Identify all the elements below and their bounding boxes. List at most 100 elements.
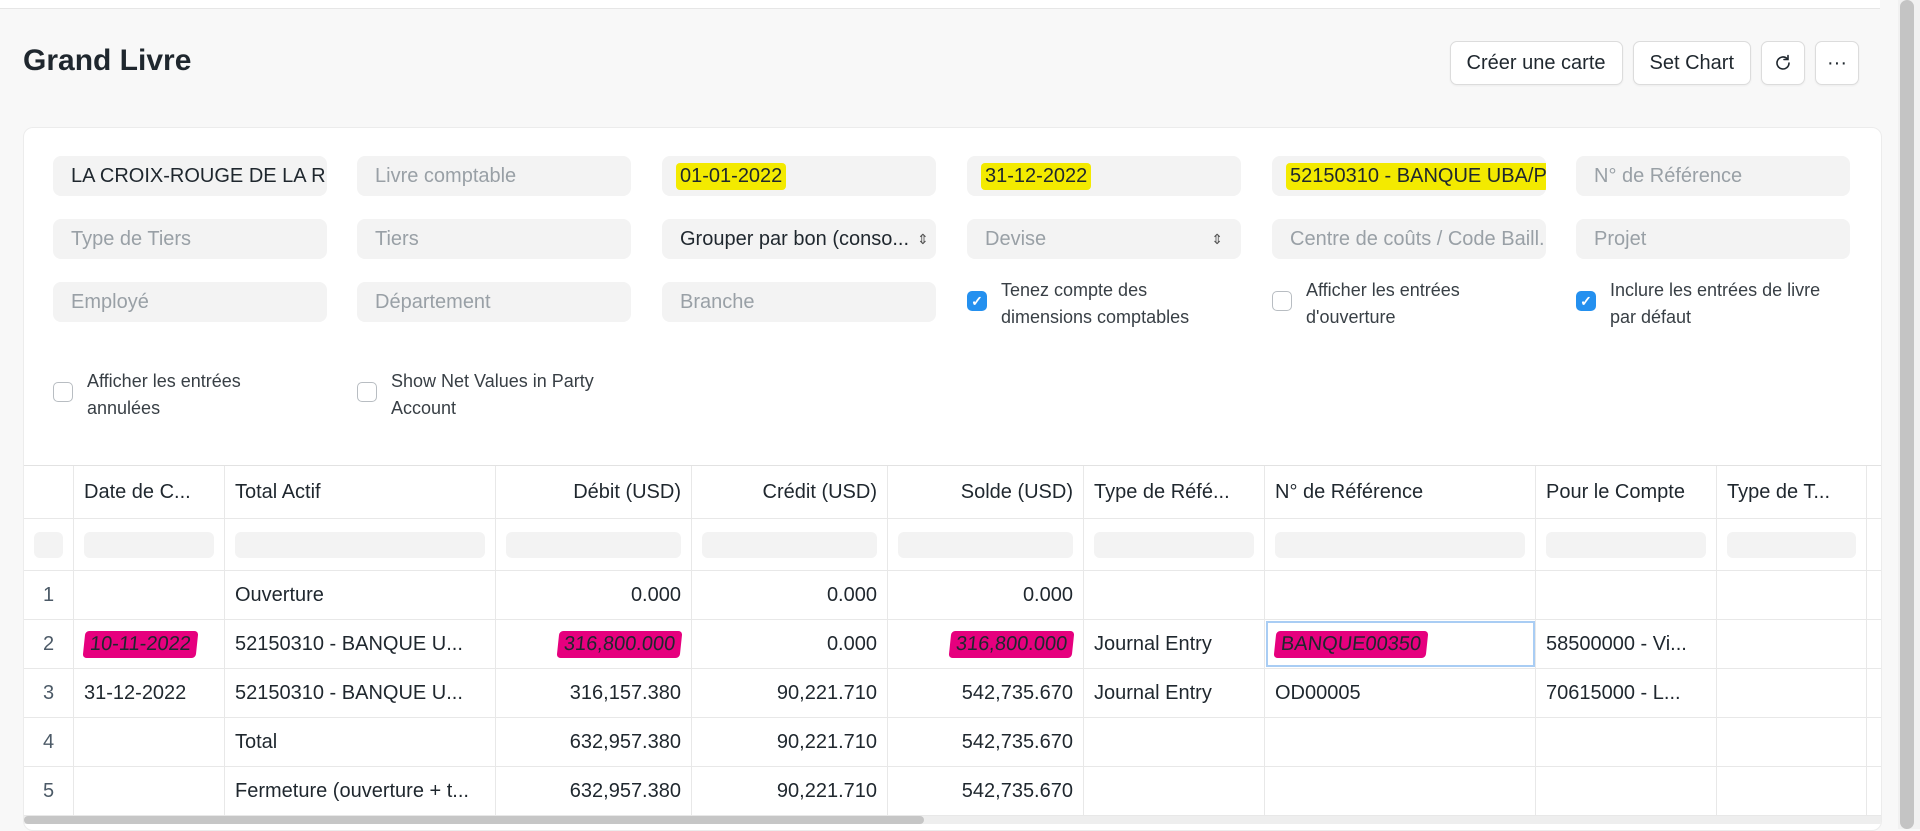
date-cell[interactable] [74,571,225,619]
date-cell[interactable] [74,767,225,815]
reference-cell[interactable]: OD00005 [1265,669,1536,717]
checkbox-checked-icon[interactable]: ✓ [967,291,987,311]
party-type-cell[interactable] [1717,767,1867,815]
table-horizontal-scrollbar[interactable] [24,816,924,824]
checkbox-icon[interactable] [1272,291,1292,311]
column-header[interactable]: Solde (USD) [888,466,1084,518]
party-field[interactable]: Tiers [357,219,631,259]
voucher-type-cell[interactable]: Journal Entry [1084,620,1265,668]
account-cell[interactable]: Fermeture (ouverture + t... [225,767,496,815]
filter-input[interactable] [702,531,877,558]
cost-center-field[interactable]: Centre de coûts / Code Baill... [1272,219,1546,259]
set-chart-button[interactable]: Set Chart [1632,41,1751,85]
column-header[interactable]: N° de Référence [1265,466,1536,518]
column-header[interactable]: Type de Réfé... [1084,466,1265,518]
against-account-cell[interactable] [1536,767,1717,815]
checkbox-icon[interactable] [357,382,377,402]
accounting-dimensions-check[interactable]: ✓ Tenez compte des dimensions comptables [967,277,1221,331]
account-cell[interactable]: Total [225,718,496,766]
column-header[interactable]: Débit (USD) [496,466,692,518]
credit-cell[interactable]: 0.000 [692,620,888,668]
group-by-select[interactable]: Grouper par bon (conso... ⇕ [662,219,936,259]
reference-cell[interactable] [1265,767,1536,815]
debit-cell[interactable]: 316,157.380 [496,669,692,717]
filter-input[interactable] [898,531,1073,558]
credit-cell[interactable]: 90,221.710 [692,669,888,717]
against-account-cell[interactable]: 58500000 - Vi... [1536,620,1717,668]
reference-cell[interactable] [1265,571,1536,619]
reference-field[interactable]: N° de Référence [1576,156,1850,196]
filter-input[interactable] [1727,531,1856,558]
department-field[interactable]: Département [357,282,631,322]
voucher-type-cell[interactable] [1084,767,1265,815]
column-header[interactable]: Crédit (USD) [692,466,888,518]
account-field[interactable]: 52150310 - BANQUE UBA/P... [1272,156,1546,196]
balance-cell[interactable]: 0.000 [888,571,1084,619]
against-account-cell[interactable] [1536,571,1717,619]
company-field[interactable]: LA CROIX-ROUGE DE LA R [53,156,327,196]
checkbox-checked-icon[interactable]: ✓ [1576,291,1596,311]
filter-input[interactable] [1546,531,1706,558]
credit-cell[interactable]: 0.000 [692,571,888,619]
column-header[interactable]: Total Actif [225,466,496,518]
more-button[interactable]: ··· [1815,41,1859,85]
column-header[interactable]: Pour le Compte [1536,466,1717,518]
table-row[interactable]: 5 Fermeture (ouverture + t... 632,957.38… [24,767,1881,816]
date-cell[interactable]: 31-12-2022 [74,669,225,717]
account-cell[interactable]: 52150310 - BANQUE U... [225,669,496,717]
filter-input[interactable] [235,531,485,558]
to-date-field[interactable]: 31-12-2022 [967,156,1241,196]
table-row[interactable]: 4 Total 632,957.380 90,221.710 542,735.6… [24,718,1881,767]
credit-cell[interactable]: 90,221.710 [692,718,888,766]
against-account-cell[interactable] [1536,718,1717,766]
employee-field[interactable]: Employé [53,282,327,322]
column-header[interactable]: Type de T... [1717,466,1867,518]
column-header[interactable]: Date de C... [74,466,225,518]
balance-cell[interactable]: 542,735.670 [888,669,1084,717]
balance-cell[interactable]: 542,735.670 [888,718,1084,766]
filter-input[interactable] [1275,531,1525,558]
branch-field[interactable]: Branche [662,282,936,322]
party-type-cell[interactable] [1717,669,1867,717]
checkbox-icon[interactable] [53,382,73,402]
net-values-check[interactable]: Show Net Values in Party Account [357,368,611,422]
refresh-button[interactable] [1761,41,1805,85]
date-cell[interactable] [74,718,225,766]
page-scrollbar[interactable] [1900,0,1914,829]
filter-input[interactable] [84,531,214,558]
voucher-type-cell[interactable] [1084,718,1265,766]
debit-cell[interactable]: 0.000 [496,571,692,619]
debit-cell[interactable]: 316,800.000 [496,620,692,668]
filter-input[interactable] [34,531,63,558]
finance-book-field[interactable]: Livre comptable [357,156,631,196]
voucher-type-cell[interactable] [1084,571,1265,619]
cancelled-entries-check[interactable]: Afficher les entrées annulées [53,368,307,422]
table-row[interactable]: 2 10-11-2022 52150310 - BANQUE U... 316,… [24,620,1881,669]
against-account-cell[interactable]: 70615000 - L... [1536,669,1717,717]
credit-cell[interactable]: 90,221.710 [692,767,888,815]
table-row[interactable]: 3 31-12-2022 52150310 - BANQUE U... 316,… [24,669,1881,718]
balance-cell[interactable]: 542,735.670 [888,767,1084,815]
party-type-cell[interactable] [1717,571,1867,619]
account-cell[interactable]: Ouverture [225,571,496,619]
currency-select[interactable]: Devise ⇕ [967,219,1241,259]
reference-cell[interactable] [1265,718,1536,766]
party-type-cell[interactable] [1717,718,1867,766]
account-cell[interactable]: 52150310 - BANQUE U... [225,620,496,668]
from-date-field[interactable]: 01-01-2022 [662,156,936,196]
debit-cell[interactable]: 632,957.380 [496,767,692,815]
filter-input[interactable] [1094,531,1254,558]
debit-cell[interactable]: 632,957.380 [496,718,692,766]
balance-cell[interactable]: 316,800.000 [888,620,1084,668]
voucher-type-cell[interactable]: Journal Entry [1084,669,1265,717]
table-row[interactable]: 1 Ouverture 0.000 0.000 0.000 [24,571,1881,620]
filter-input[interactable] [506,531,681,558]
party-type-cell[interactable] [1717,620,1867,668]
create-card-button[interactable]: Créer une carte [1449,41,1623,85]
project-field[interactable]: Projet [1576,219,1850,259]
party-type-field[interactable]: Type de Tiers [53,219,327,259]
default-book-entries-check[interactable]: ✓ Inclure les entrées de livre par défaut [1576,277,1870,331]
reference-cell-selected[interactable]: BANQUE00350 [1265,620,1536,668]
opening-entries-check[interactable]: Afficher les entrées d'ouverture [1272,277,1526,331]
date-cell[interactable]: 10-11-2022 [74,620,225,668]
